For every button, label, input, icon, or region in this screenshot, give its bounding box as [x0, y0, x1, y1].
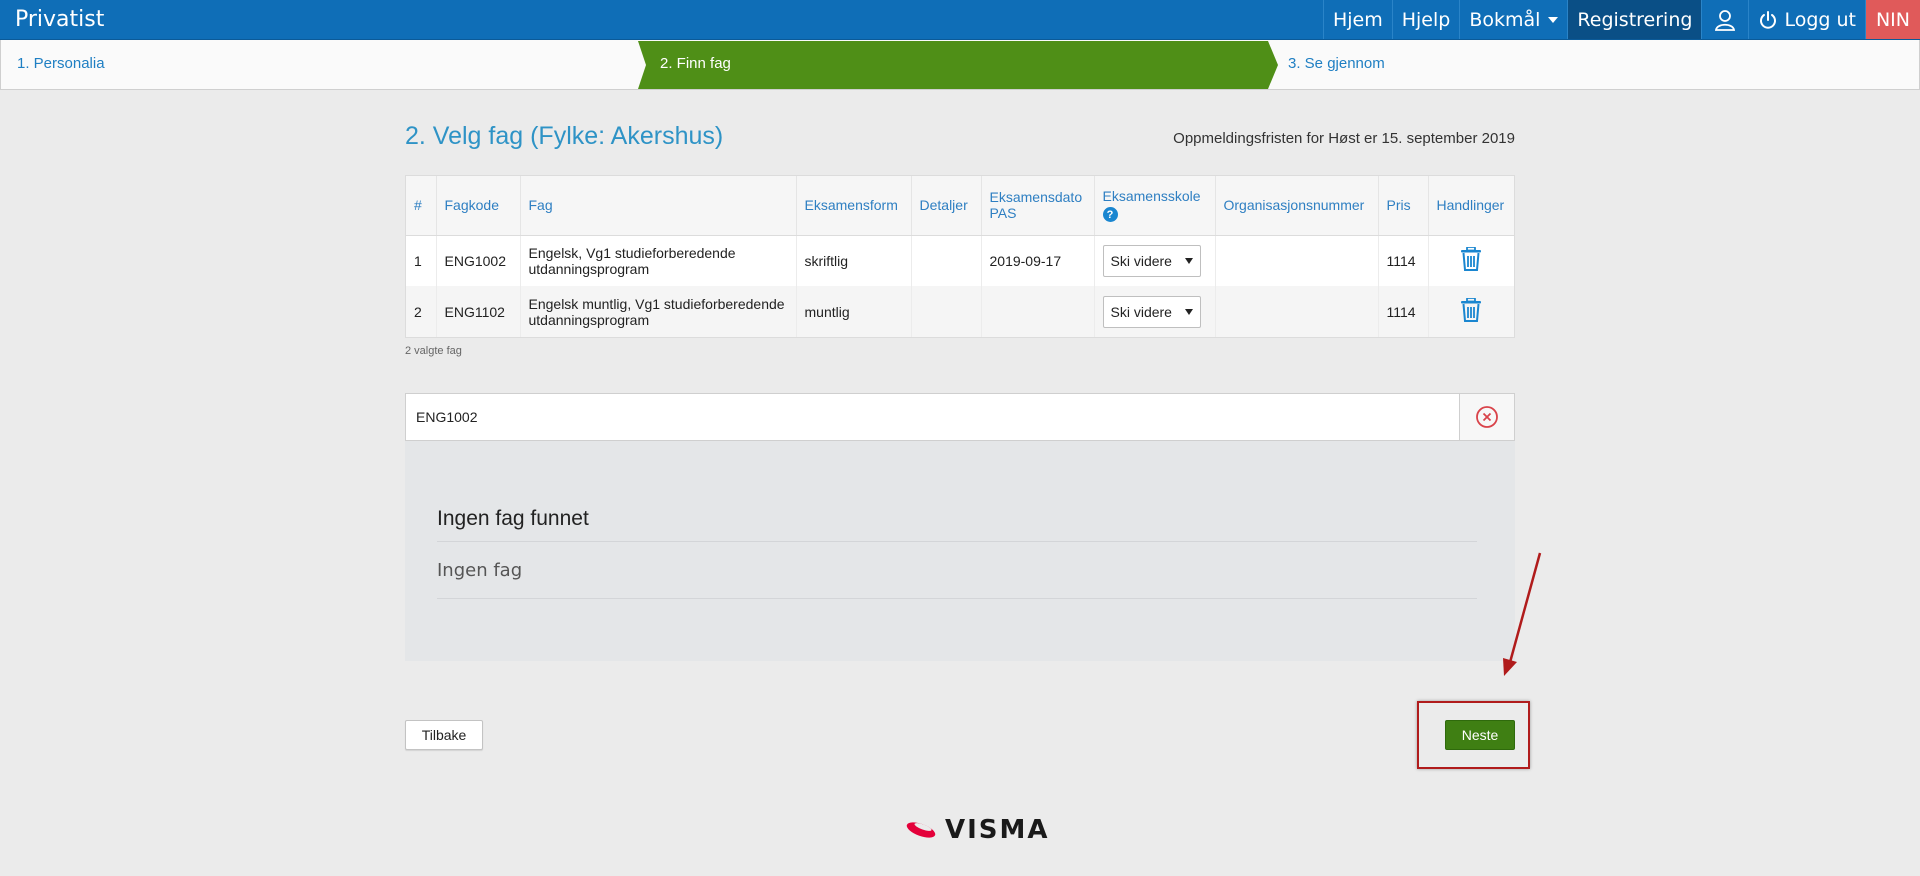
header-subject: Fag — [520, 176, 797, 236]
user-icon — [1715, 9, 1736, 31]
trash-icon[interactable] — [1460, 246, 1482, 272]
header-exam-school: Eksamensskole ? — [1094, 176, 1216, 236]
visma-logo-text: VISMA — [945, 815, 1050, 845]
registration-deadline: Oppmeldingsfristen for Høst er 15. septe… — [1173, 130, 1515, 147]
user-profile-button[interactable] — [1701, 0, 1748, 39]
row-number: 2 — [406, 286, 437, 337]
subject-search — [405, 393, 1515, 441]
dropdown-arrow-icon — [1184, 257, 1193, 264]
step-active-background — [638, 41, 1278, 89]
exam-school-select[interactable]: Ski videre — [1102, 295, 1201, 328]
row-code: ENG1102 — [436, 286, 521, 337]
close-circle-icon — [1476, 406, 1498, 428]
search-results-panel: Ingen fag funnet Ingen fag — [405, 441, 1515, 661]
next-button[interactable]: Neste — [1445, 720, 1515, 750]
row-org-number — [1215, 235, 1379, 286]
chevron-down-icon — [1548, 16, 1559, 23]
row-price: 1114 — [1378, 286, 1429, 337]
clear-search-button[interactable] — [1459, 394, 1514, 440]
row-subject: Engelsk, Vg1 studieforberedende utdannin… — [520, 235, 797, 286]
row-number: 1 — [406, 235, 437, 286]
nav-help[interactable]: Hjelp — [1391, 0, 1460, 39]
table-row: 1 ENG1002 Engelsk, Vg1 studieforberedend… — [406, 235, 1514, 286]
nav-registration-label: Registrering — [1577, 8, 1693, 31]
help-icon[interactable]: ? — [1102, 207, 1118, 223]
page-title: 2. Velg fag (Fylke: Akershus) — [405, 122, 724, 150]
no-results-heading: Ingen fag funnet — [437, 507, 589, 530]
row-exam-school: Ski videre — [1094, 286, 1216, 337]
row-details — [911, 286, 982, 337]
back-button[interactable]: Tilbake — [405, 720, 483, 750]
row-exam-form: muntlig — [796, 286, 912, 337]
dropdown-arrow-icon — [1184, 308, 1193, 315]
header-price: Pris — [1378, 176, 1429, 236]
logout-button[interactable]: Logg ut — [1748, 0, 1865, 39]
row-exam-date: 2019-09-17 — [981, 235, 1095, 286]
row-exam-date — [981, 286, 1095, 337]
no-results-text: Ingen fag — [437, 560, 523, 581]
exam-school-select[interactable]: Ski videre — [1102, 244, 1201, 277]
language-label: Bokmål — [1469, 8, 1541, 31]
exam-school-value: Ski videre — [1110, 252, 1172, 269]
nav-menu: Hjem Hjelp Bokmål Registrering Logg ut N… — [1322, 0, 1920, 39]
table-header-row: # Fagkode Fag Eksamensform Detaljer Eksa… — [406, 176, 1514, 236]
annotation-arrow — [1503, 552, 1542, 676]
divider — [437, 541, 1477, 542]
header-details: Detaljer — [911, 176, 982, 236]
row-price: 1114 — [1378, 235, 1429, 286]
user-initials-badge[interactable]: NIN — [1864, 0, 1920, 39]
top-navbar: Privatist Hjem Hjelp Bokmål Registrering… — [0, 0, 1920, 40]
header-exam-date: Eksamensdato PAS — [981, 176, 1095, 236]
selected-count: 2 valgte fag — [405, 345, 462, 357]
language-dropdown[interactable]: Bokmål — [1459, 0, 1567, 39]
header-actions: Handlinger — [1428, 176, 1514, 236]
header-exam-form: Eksamensform — [796, 176, 912, 236]
selected-subjects-table: # Fagkode Fag Eksamensform Detaljer Eksa… — [405, 175, 1515, 338]
divider — [437, 598, 1477, 599]
header-code: Fagkode — [436, 176, 521, 236]
trash-icon[interactable] — [1460, 297, 1482, 322]
row-exam-form: skriftlig — [796, 235, 912, 286]
user-initials: NIN — [1875, 8, 1910, 31]
row-exam-school: Ski videre — [1094, 235, 1216, 286]
step-personalia[interactable]: 1. Personalia — [17, 40, 105, 88]
power-icon — [1760, 10, 1777, 29]
row-actions — [1428, 235, 1514, 286]
wizard-steps: 1. Personalia 2. Finn fag 3. Se gjennom — [0, 40, 1920, 90]
row-actions — [1428, 286, 1514, 337]
row-subject: Engelsk muntlig, Vg1 studieforberedende … — [520, 286, 797, 337]
visma-logo: VISMA — [905, 815, 1050, 845]
header-number: # — [406, 176, 437, 236]
row-details — [911, 235, 982, 286]
exam-school-value: Ski videre — [1110, 303, 1172, 320]
nav-home-label: Hjem — [1332, 8, 1383, 31]
nav-registration[interactable]: Registrering — [1567, 0, 1702, 39]
row-code: ENG1002 — [436, 235, 521, 286]
visma-logo-icon — [906, 822, 936, 838]
app-brand[interactable]: Privatist — [0, 0, 104, 39]
step-find-subject[interactable]: 2. Finn fag — [660, 40, 731, 88]
row-org-number — [1215, 286, 1379, 337]
subject-search-input[interactable] — [406, 394, 1459, 440]
logout-label: Logg ut — [1784, 8, 1856, 31]
table-row: 2 ENG1102 Engelsk muntlig, Vg1 studiefor… — [406, 286, 1514, 337]
header-exam-school-label: Eksamensskole — [1102, 188, 1201, 205]
step-review[interactable]: 3. Se gjennom — [1288, 40, 1385, 88]
nav-help-label: Hjelp — [1401, 8, 1451, 31]
header-org-number: Organisasjonsnummer — [1215, 176, 1379, 236]
nav-home[interactable]: Hjem — [1322, 0, 1392, 39]
